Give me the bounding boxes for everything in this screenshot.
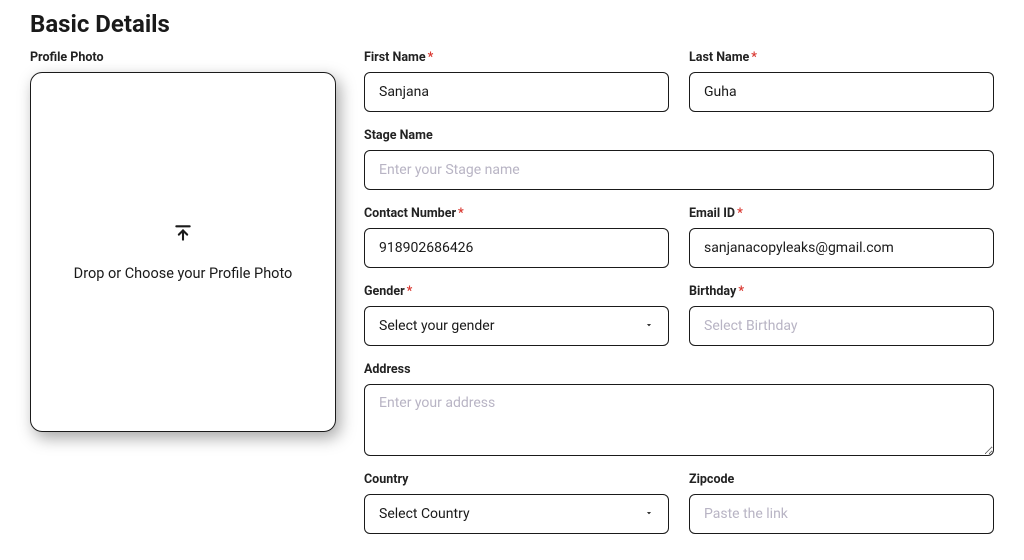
birthday-input[interactable]: [689, 306, 994, 346]
page-title: Basic Details: [30, 10, 994, 38]
dropzone-text: Drop or Choose your Profile Photo: [74, 265, 293, 282]
contact-number-input[interactable]: [364, 228, 669, 268]
first-name-label: First Name*: [364, 50, 669, 65]
address-label: Address: [364, 362, 994, 377]
address-input[interactable]: [364, 384, 994, 456]
stage-name-label: Stage Name: [364, 128, 994, 143]
last-name-label: Last Name*: [689, 50, 994, 65]
upload-icon: [173, 223, 193, 247]
gender-select[interactable]: Select your gender: [364, 306, 669, 346]
country-select[interactable]: Select Country: [364, 494, 669, 534]
country-label: Country: [364, 472, 669, 487]
last-name-input[interactable]: [689, 72, 994, 112]
profile-photo-dropzone[interactable]: Drop or Choose your Profile Photo: [30, 72, 336, 432]
chevron-down-icon: [644, 318, 654, 334]
contact-number-label: Contact Number*: [364, 206, 669, 221]
country-select-value: Select Country: [379, 506, 470, 522]
profile-photo-label: Profile Photo: [30, 50, 336, 65]
gender-select-value: Select your gender: [379, 318, 494, 334]
chevron-down-icon: [644, 506, 654, 522]
zipcode-input[interactable]: [689, 494, 994, 534]
first-name-input[interactable]: [364, 72, 669, 112]
email-id-input[interactable]: [689, 228, 994, 268]
birthday-label: Birthday*: [689, 284, 994, 299]
email-id-label: Email ID*: [689, 206, 994, 221]
gender-label: Gender*: [364, 284, 669, 299]
stage-name-input[interactable]: [364, 150, 994, 190]
zipcode-label: Zipcode: [689, 472, 994, 487]
